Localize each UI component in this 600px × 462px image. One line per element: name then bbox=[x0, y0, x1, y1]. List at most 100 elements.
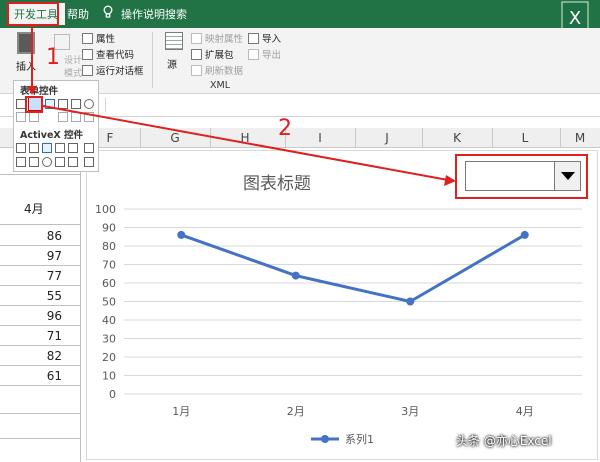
tab-help[interactable]: 帮助 bbox=[67, 6, 89, 22]
combo-list-icon[interactable] bbox=[84, 112, 94, 122]
highlight-combo-control bbox=[25, 96, 43, 113]
xml-group-label: XML bbox=[210, 80, 230, 91]
value-cell[interactable]: 55 bbox=[0, 289, 62, 303]
y-tick-label: 20 bbox=[102, 351, 116, 364]
view-code-button[interactable]: 查看代码 bbox=[82, 47, 134, 61]
column-header[interactable]: J bbox=[352, 131, 422, 145]
text-field-icon[interactable] bbox=[71, 112, 81, 122]
data-point bbox=[177, 230, 186, 239]
y-tick-label: 90 bbox=[102, 222, 116, 235]
form-controls-title: 表单控件 bbox=[20, 86, 59, 97]
export-button[interactable]: 导出 bbox=[248, 47, 281, 61]
value-cell[interactable]: 61 bbox=[0, 369, 62, 383]
y-tick-label: 80 bbox=[102, 240, 116, 253]
step-number-1: 1 bbox=[46, 45, 60, 70]
column-header[interactable]: K bbox=[422, 131, 492, 145]
value-cell[interactable]: 77 bbox=[0, 269, 62, 283]
run-dialog-icon bbox=[82, 65, 93, 76]
tell-me-search[interactable]: 操作说明搜索 bbox=[121, 6, 187, 22]
export-icon bbox=[248, 49, 259, 60]
combo-dropdown-button[interactable] bbox=[554, 162, 580, 190]
data-point bbox=[406, 297, 415, 306]
y-tick-label: 50 bbox=[102, 296, 116, 309]
activex-listbox-icon[interactable] bbox=[55, 143, 65, 153]
value-cell[interactable]: 97 bbox=[0, 249, 62, 263]
refresh-data-button[interactable]: 刷新数据 bbox=[191, 63, 243, 77]
y-tick-label: 70 bbox=[102, 259, 116, 272]
import-icon bbox=[248, 33, 259, 44]
toggle-button-icon[interactable] bbox=[16, 157, 26, 167]
controls-dropdown: 表单控件 ActiveX 控件 bbox=[13, 80, 99, 172]
highlight-developer-tab bbox=[7, 2, 59, 26]
view-code-icon bbox=[82, 49, 93, 60]
insert-control-button[interactable]: 插入 bbox=[13, 32, 40, 73]
more-controls-icon[interactable] bbox=[84, 157, 94, 167]
properties-icon bbox=[82, 33, 93, 44]
source-label: 源 bbox=[167, 60, 177, 71]
lightbulb-icon bbox=[103, 5, 113, 18]
formula-divider bbox=[105, 98, 106, 112]
x-tick-label: 1月 bbox=[172, 405, 190, 418]
value-cell[interactable]: 96 bbox=[0, 309, 62, 323]
column-header[interactable]: L bbox=[490, 131, 560, 145]
map-properties-icon bbox=[191, 33, 202, 44]
source-pane-icon bbox=[165, 32, 183, 50]
refresh-data-icon bbox=[191, 65, 202, 76]
value-cell[interactable]: 82 bbox=[0, 349, 62, 363]
column-header[interactable]: H bbox=[210, 131, 280, 145]
dropdown-arrow-icon bbox=[561, 172, 575, 180]
x-tick-label: 4月 bbox=[516, 405, 534, 418]
y-tick-label: 0 bbox=[109, 388, 116, 401]
group-separator bbox=[152, 32, 153, 88]
y-tick-label: 100 bbox=[95, 203, 116, 216]
checkbox-control-icon[interactable] bbox=[45, 99, 55, 109]
value-cell[interactable]: 86 bbox=[0, 229, 62, 243]
scroll-bar-icon[interactable] bbox=[58, 112, 68, 122]
column-header[interactable]: M bbox=[560, 131, 600, 145]
spinner-control-icon[interactable] bbox=[58, 99, 68, 109]
run-dialog-button[interactable]: 运行对话框 bbox=[82, 63, 144, 77]
option-button-icon[interactable] bbox=[84, 99, 94, 109]
xml-source-button[interactable]: 源 bbox=[162, 32, 186, 72]
combo-box-control[interactable] bbox=[465, 161, 581, 191]
y-tick-label: 60 bbox=[102, 277, 116, 290]
y-tick-label: 10 bbox=[102, 370, 116, 383]
activex-checkbox-icon[interactable] bbox=[42, 143, 52, 153]
data-column: 4月 86 97 77 55 96 71 82 61 bbox=[0, 148, 80, 462]
y-tick-label: 30 bbox=[102, 333, 116, 346]
x-tick-label: 3月 bbox=[401, 405, 419, 418]
activex-scrollbar-icon[interactable] bbox=[84, 143, 94, 153]
y-tick-label: 40 bbox=[102, 314, 116, 327]
import-button[interactable]: 导入 bbox=[248, 31, 281, 45]
legend-label: 系列1 bbox=[345, 432, 374, 446]
properties-button[interactable]: 属性 bbox=[82, 31, 115, 45]
data-point bbox=[291, 271, 300, 280]
activex-textbox-icon[interactable] bbox=[68, 143, 78, 153]
month-header-cell[interactable]: 4月 bbox=[24, 200, 44, 217]
legend-marker bbox=[321, 435, 329, 443]
ribbon-tab-bar: 开发工具 帮助 操作说明搜索 bbox=[0, 0, 600, 28]
watermark-text: 头条 @亦心Excel bbox=[456, 434, 552, 448]
activex-combo-icon[interactable] bbox=[29, 143, 39, 153]
toolbox-icon bbox=[17, 32, 35, 54]
value-cell[interactable]: 71 bbox=[0, 329, 62, 343]
svg-text:X: X bbox=[569, 8, 581, 29]
insert-label: 插入 bbox=[16, 62, 36, 73]
label-control-icon[interactable] bbox=[29, 112, 39, 122]
group-box-icon[interactable] bbox=[16, 112, 26, 122]
list-box-control-icon[interactable] bbox=[71, 99, 81, 109]
expansion-packs-icon bbox=[191, 49, 202, 60]
expansion-packs-button[interactable]: 扩展包 bbox=[191, 47, 234, 61]
command-button-icon[interactable] bbox=[16, 143, 26, 153]
x-tick-label: 2月 bbox=[287, 405, 305, 418]
activex-spin-icon[interactable] bbox=[29, 157, 39, 167]
map-properties-button[interactable]: 映射属性 bbox=[191, 31, 243, 45]
column-header[interactable]: I bbox=[285, 131, 355, 145]
column-header[interactable]: G bbox=[140, 131, 210, 145]
step-number-2: 2 bbox=[278, 116, 292, 141]
activex-option-icon[interactable] bbox=[42, 157, 52, 167]
activex-label-icon[interactable] bbox=[55, 157, 65, 167]
activex-image-icon[interactable] bbox=[68, 157, 78, 167]
activex-controls-title: ActiveX 控件 bbox=[20, 130, 84, 141]
series-line bbox=[180, 233, 526, 303]
